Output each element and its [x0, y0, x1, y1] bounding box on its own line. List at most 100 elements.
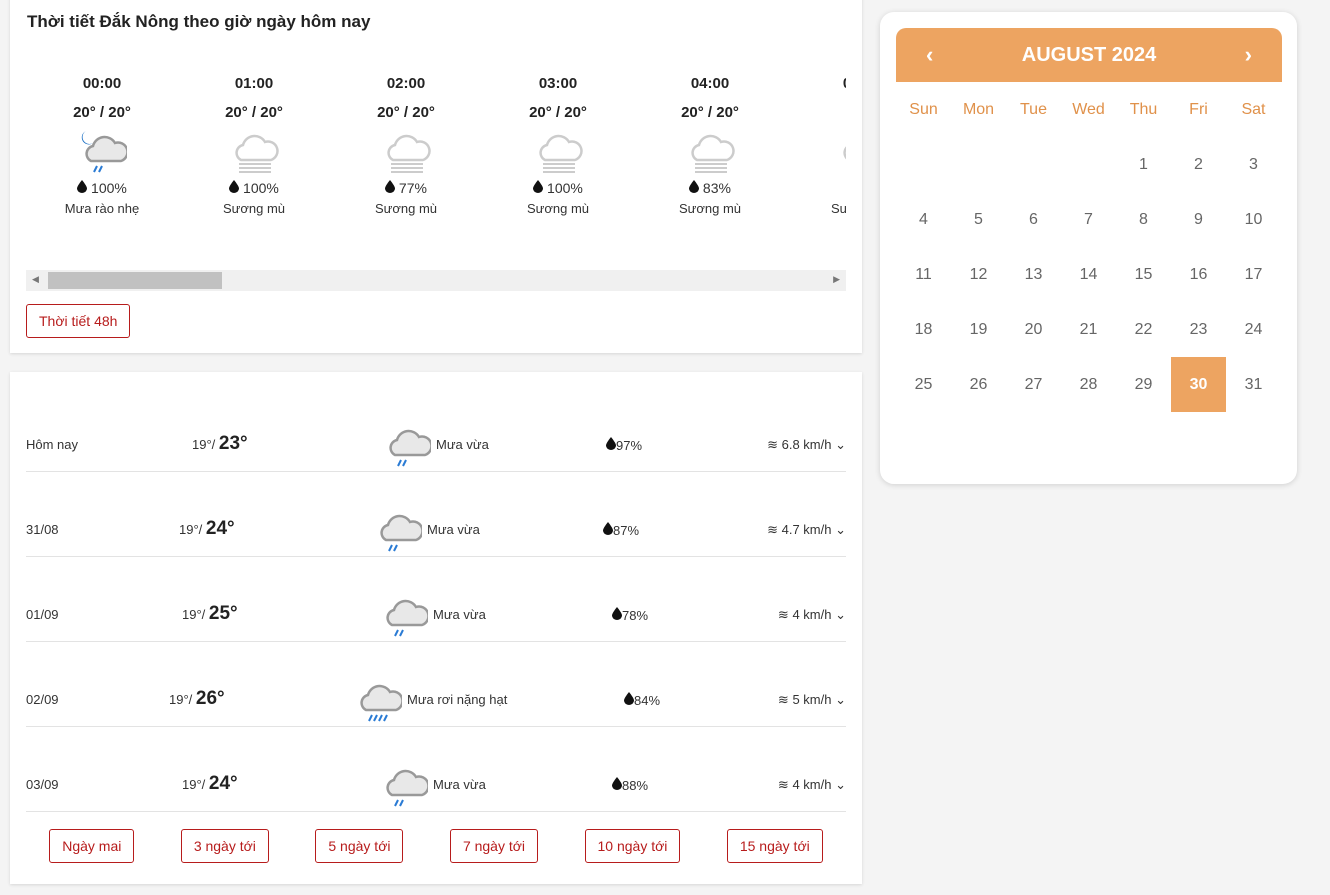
hourly-title: Thời tiết Đắk Nông theo giờ ngày hôm nay — [27, 12, 371, 31]
calendar-day[interactable]: 5 — [951, 192, 1006, 247]
wind-icon: ≋ — [777, 777, 789, 792]
day-low: 19° — [179, 522, 199, 537]
day-low: 19° — [192, 437, 212, 452]
prev-month-button[interactable]: ‹ — [926, 42, 933, 68]
chevron-down-icon[interactable]: ⌄ — [835, 522, 846, 537]
forecast-range-button[interactable]: 3 ngày tới — [180, 829, 269, 863]
calendar-day[interactable]: 16 — [1171, 247, 1226, 302]
calendar-day[interactable]: 12 — [951, 247, 1006, 302]
raindrop-icon — [603, 522, 613, 538]
raindrop-icon — [624, 692, 634, 708]
hour-time: 03:00 — [538, 75, 578, 92]
calendar-day[interactable]: 28 — [1061, 357, 1116, 412]
hourly-scroll-area[interactable]: 00:00 20° / 20° 100% Mưa rào nhẹ 01:00 2… — [26, 65, 846, 245]
forecast-range-button[interactable]: Ngày mai — [49, 829, 135, 863]
calendar-day[interactable]: 21 — [1061, 302, 1116, 357]
daily-row[interactable]: 03/09 19°/ 24° Mưa vừa 88% ≋ 4 km/h ⌄ — [26, 727, 846, 812]
calendar-day[interactable]: 7 — [1061, 192, 1116, 247]
scroll-right-arrow-icon[interactable]: ▶ — [833, 274, 840, 285]
fog-icon — [178, 124, 330, 180]
hourly-item: 04:00 20° / 20° 83% Sương mù — [634, 65, 786, 216]
scroll-left-arrow-icon[interactable]: ◀ — [32, 274, 39, 285]
empty-cell — [896, 137, 951, 192]
day-precip: 88% — [622, 778, 649, 793]
weekday-header: Sun — [909, 100, 938, 118]
hour-time: 04:00 — [690, 75, 730, 92]
hour-temp: 20° / 20° — [681, 104, 739, 121]
hour-precip: 100% — [547, 180, 583, 196]
calendar-day[interactable]: 6 — [1006, 192, 1061, 247]
calendar-day[interactable]: 24 — [1226, 302, 1281, 357]
day-precip: 78% — [622, 608, 649, 623]
calendar-day[interactable]: 15 — [1116, 247, 1171, 302]
calendar-day[interactable]: 2 — [1171, 137, 1226, 192]
weather-48h-button[interactable]: Thời tiết 48h — [26, 304, 131, 338]
calendar-day[interactable]: 31 — [1226, 357, 1281, 412]
hour-time: 02:00 — [386, 75, 426, 92]
day-low: 19° — [182, 777, 202, 792]
weekday-header: Tue — [1020, 100, 1047, 118]
calendar-day[interactable]: 4 — [896, 192, 951, 247]
raindrop-icon — [385, 180, 396, 196]
day-high: 23° — [218, 433, 248, 454]
forecast-range-button[interactable]: 7 ngày tới — [449, 829, 539, 863]
hour-time: 01:00 — [234, 75, 274, 92]
heavy-rain-icon — [352, 678, 404, 727]
day-low: 19° — [182, 607, 202, 622]
day-wind: 4.7 km/h — [781, 522, 832, 537]
calendar-day[interactable]: 23 — [1171, 302, 1226, 357]
hour-time: 05:00 — [786, 75, 846, 95]
calendar-day[interactable]: 9 — [1171, 192, 1226, 247]
fog-icon — [482, 124, 634, 180]
hour-temp: 20° / 20° — [377, 104, 435, 121]
calendar: ‹ AUGUST 2024 › Sun Mon Tue Wed Thu Fri Sat 1 2 3… — [880, 12, 1297, 484]
daily-row[interactable]: Hôm nay 19°/ 23° Mưa vừa 97% ≋ 6.8 km/h … — [26, 387, 846, 472]
calendar-day[interactable]: 11 — [896, 247, 951, 302]
calendar-day[interactable]: 25 — [896, 357, 951, 412]
day-label: 03/09 — [26, 777, 59, 792]
calendar-day[interactable]: 29 — [1116, 357, 1171, 412]
calendar-day-selected[interactable]: 30 — [1171, 357, 1226, 412]
calendar-day[interactable]: 14 — [1061, 247, 1116, 302]
calendar-header: ‹ AUGUST 2024 › — [896, 28, 1282, 82]
next-month-button[interactable]: › — [1245, 42, 1252, 68]
hour-temp: 19° — [786, 104, 846, 124]
calendar-day[interactable]: 17 — [1226, 247, 1281, 302]
raindrop-icon — [77, 180, 88, 196]
daily-row[interactable]: 01/09 19°/ 25° Mưa vừa 78% ≋ 4 km/h ⌄ — [26, 557, 846, 642]
raindrop-icon — [689, 180, 700, 196]
calendar-day[interactable]: 19 — [951, 302, 1006, 357]
chevron-down-icon[interactable]: ⌄ — [835, 777, 846, 792]
calendar-day[interactable]: 26 — [951, 357, 1006, 412]
calendar-day[interactable]: 8 — [1116, 192, 1171, 247]
horizontal-scrollbar[interactable]: ◀ ▶ — [26, 270, 846, 291]
calendar-day[interactable]: 1 — [1116, 137, 1171, 192]
chevron-down-icon[interactable]: ⌄ — [835, 692, 846, 707]
day-label: 01/09 — [26, 607, 59, 622]
empty-cell — [1006, 137, 1061, 192]
empty-cell — [951, 137, 1006, 192]
hour-precip: 77% — [398, 180, 427, 196]
daily-row[interactable]: 31/08 19°/ 24° Mưa vừa 87% ≋ 4.7 km/h ⌄ — [26, 472, 846, 557]
rain-icon — [378, 593, 430, 642]
chevron-down-icon[interactable]: ⌄ — [835, 437, 846, 452]
empty-cell — [1061, 137, 1116, 192]
calendar-day[interactable]: 3 — [1226, 137, 1281, 192]
calendar-day[interactable]: 18 — [896, 302, 951, 357]
calendar-day[interactable]: 22 — [1116, 302, 1171, 357]
fog-icon — [634, 124, 786, 180]
calendar-day[interactable]: 20 — [1006, 302, 1061, 357]
daily-row[interactable]: 02/09 19°/ 26° Mưa rơi nặng hạt 84% ≋ 5 … — [26, 642, 846, 727]
hourly-forecast-card: Thời tiết Đắk Nông theo giờ ngày hôm nay… — [10, 0, 862, 353]
hour-desc: Sương mù — [830, 201, 846, 216]
raindrop-icon — [612, 777, 622, 793]
calendar-day[interactable]: 27 — [1006, 357, 1061, 412]
calendar-day[interactable]: 10 — [1226, 192, 1281, 247]
chevron-down-icon[interactable]: ⌄ — [835, 607, 846, 622]
forecast-range-button[interactable]: 10 ngày tới — [584, 829, 681, 863]
forecast-range-button[interactable]: 5 ngày tới — [315, 829, 404, 863]
hour-desc: Sương mù — [374, 201, 438, 216]
calendar-day[interactable]: 13 — [1006, 247, 1061, 302]
scrollbar-thumb[interactable] — [48, 272, 222, 289]
forecast-range-button[interactable]: 15 ngày tới — [726, 829, 823, 863]
